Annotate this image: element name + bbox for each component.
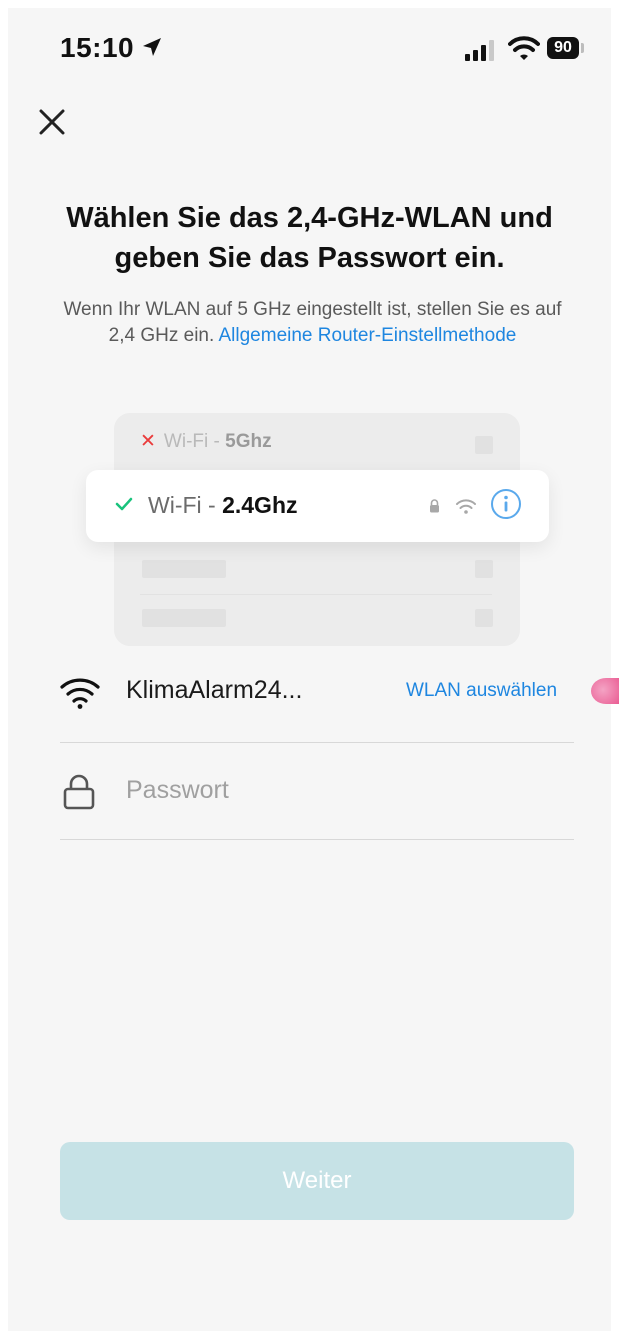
touch-indicator bbox=[591, 678, 619, 704]
info-icon[interactable] bbox=[490, 488, 522, 520]
placeholder-bar bbox=[142, 560, 226, 578]
lock-small-icon bbox=[430, 499, 439, 513]
page-title: Wählen Sie das 2,4-GHz-WLAN und geben Si… bbox=[66, 202, 553, 274]
divider bbox=[60, 839, 574, 840]
cross-icon: ✕ bbox=[140, 431, 156, 452]
close-icon[interactable] bbox=[34, 104, 70, 140]
wifi-small-icon bbox=[456, 499, 476, 514]
divider bbox=[60, 742, 574, 743]
location-arrow-icon bbox=[143, 38, 161, 56]
wifi-24ghz-band: 2.4Ghz bbox=[222, 492, 298, 518]
lock-icon bbox=[63, 774, 95, 810]
placeholder-divider bbox=[140, 594, 492, 595]
select-wlan-button[interactable]: WLAN auswählen bbox=[406, 680, 557, 702]
placeholder-bar bbox=[142, 609, 226, 627]
wifi-5ghz-prefix: Wi-Fi - bbox=[163, 431, 226, 452]
wifi-setup-screen: 15:10 90 Wählen Sie das 2,4-GHz-WLAN und… bbox=[8, 8, 611, 1331]
cellular-signal-icon bbox=[465, 40, 494, 61]
wifi-24ghz-card: Wi-Fi - 2.4Ghz bbox=[86, 470, 549, 542]
instruction-text: Wenn Ihr WLAN auf 5 GHz eingestellt ist,… bbox=[58, 297, 567, 349]
battery-indicator: 90 bbox=[547, 37, 579, 59]
wifi-24ghz-prefix: Wi-Fi - bbox=[148, 492, 223, 518]
password-input[interactable] bbox=[124, 770, 568, 810]
wifi-icon bbox=[60, 678, 100, 709]
next-button[interactable]: Weiter bbox=[60, 1142, 574, 1220]
battery-tip bbox=[581, 43, 584, 53]
wifi-5ghz-band: 5Ghz bbox=[225, 431, 272, 452]
wifi-24ghz-label: Wi-Fi - 2.4Ghz bbox=[148, 492, 298, 519]
placeholder-square bbox=[475, 560, 493, 578]
placeholder-square bbox=[475, 436, 493, 454]
placeholder-square bbox=[475, 609, 493, 627]
status-time: 15:10 bbox=[60, 32, 135, 63]
wifi-5ghz-row: ✕ Wi-Fi - 5Ghz bbox=[140, 430, 272, 453]
wifi-status-icon bbox=[508, 36, 540, 60]
check-icon bbox=[115, 497, 133, 511]
selected-ssid: KlimaAlarm24... bbox=[126, 676, 303, 704]
router-settings-link[interactable]: Allgemeine Router-Einstellmethode bbox=[219, 325, 517, 346]
